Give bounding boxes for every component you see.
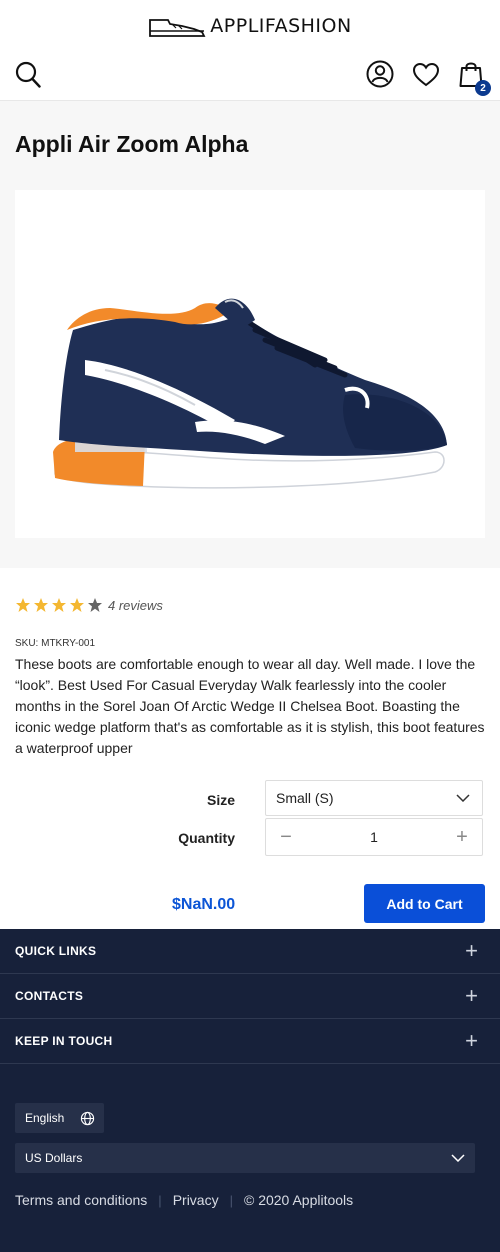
quantity-increment-button[interactable]: + bbox=[452, 826, 472, 849]
footer-section-label: KEEP IN TOUCH bbox=[15, 1034, 113, 1048]
footer-section-label: CONTACTS bbox=[15, 989, 84, 1003]
footer-section-keep-in-touch[interactable]: KEEP IN TOUCH + bbox=[0, 1019, 500, 1064]
star-empty-icon bbox=[88, 598, 102, 612]
star-icon bbox=[34, 598, 48, 612]
cart-count-badge: 2 bbox=[475, 80, 491, 96]
quantity-stepper: − 1 + bbox=[265, 818, 483, 856]
footer-section-quick-links[interactable]: QUICK LINKS + bbox=[0, 929, 500, 974]
product-title: Appli Air Zoom Alpha bbox=[15, 131, 249, 157]
quantity-value[interactable]: 1 bbox=[370, 829, 378, 845]
plus-icon: + bbox=[465, 983, 478, 1008]
quantity-label: Quantity bbox=[178, 830, 235, 846]
product-hero: Appli Air Zoom Alpha bbox=[0, 101, 500, 568]
size-select[interactable]: Small (S) bbox=[265, 780, 483, 816]
footer-bottom-links: Terms and conditions | Privacy | © 2020 … bbox=[15, 1192, 353, 1208]
product-sku: SKU: MTKRY-001 bbox=[15, 638, 96, 649]
brand-name: APPLIFASHION bbox=[210, 15, 352, 37]
product-image bbox=[15, 190, 485, 538]
star-icon bbox=[16, 598, 30, 612]
chevron-down-icon bbox=[451, 1154, 465, 1162]
footer-section-contacts[interactable]: CONTACTS + bbox=[0, 974, 500, 1019]
language-selector[interactable]: English bbox=[15, 1103, 104, 1133]
footer-section-label: QUICK LINKS bbox=[15, 944, 97, 958]
product-rating: 4 reviews bbox=[15, 597, 163, 613]
star-icon bbox=[70, 598, 84, 612]
footer: QUICK LINKS + CONTACTS + KEEP IN TOUCH +… bbox=[0, 929, 500, 1252]
language-value: English bbox=[25, 1111, 65, 1125]
terms-link[interactable]: Terms and conditions bbox=[15, 1192, 147, 1208]
plus-icon: + bbox=[465, 1028, 478, 1053]
currency-selector[interactable]: US Dollars bbox=[15, 1143, 475, 1173]
copyright-text: © 2020 Applitools bbox=[243, 1192, 354, 1208]
user-account-icon[interactable] bbox=[366, 60, 394, 93]
search-icon[interactable] bbox=[15, 61, 41, 93]
header: APPLIFASHION 2 bbox=[0, 0, 500, 101]
quantity-decrement-button[interactable]: − bbox=[276, 826, 296, 849]
reviews-count[interactable]: 4 reviews bbox=[108, 598, 163, 613]
plus-icon: + bbox=[465, 938, 478, 963]
shoe-logo-icon bbox=[149, 19, 206, 37]
privacy-link[interactable]: Privacy bbox=[173, 1192, 219, 1208]
globe-icon bbox=[80, 1111, 95, 1125]
size-label: Size bbox=[206, 792, 235, 808]
divider: | bbox=[229, 1192, 233, 1208]
shopping-bag-icon[interactable]: 2 bbox=[459, 60, 491, 96]
product-price: $NaN.00 bbox=[172, 896, 236, 913]
divider: | bbox=[158, 1192, 162, 1208]
star-icon bbox=[52, 598, 66, 612]
wishlist-heart-icon[interactable] bbox=[412, 62, 440, 93]
size-select-value: Small (S) bbox=[276, 790, 334, 806]
brand-logo[interactable]: APPLIFASHION bbox=[0, 14, 500, 38]
chevron-down-icon bbox=[456, 794, 470, 802]
currency-value: US Dollars bbox=[25, 1151, 83, 1165]
product-description: These boots are comfortable enough to we… bbox=[15, 656, 485, 756]
add-to-cart-button[interactable]: Add to Cart bbox=[364, 884, 485, 923]
